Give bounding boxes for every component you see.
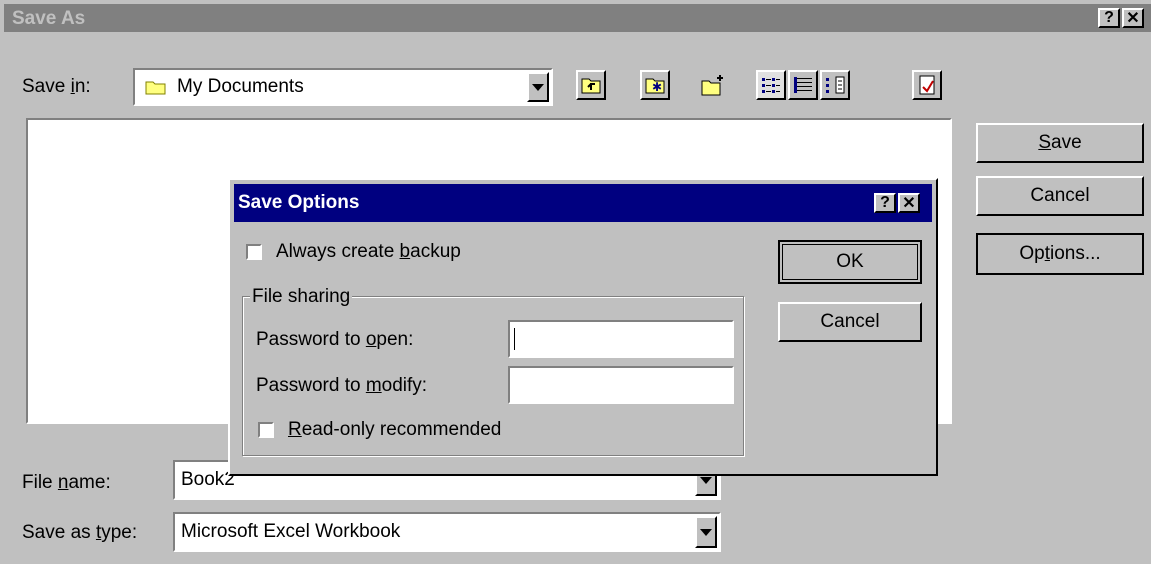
folder-icon: [145, 79, 167, 95]
read-only-recommended-checkbox[interactable]: [258, 422, 274, 438]
always-create-backup-label[interactable]: Always create backup: [276, 241, 461, 263]
file-name-value: Book2: [181, 469, 235, 490]
save-as-title: Save As: [12, 8, 86, 29]
properties-view-icon: [826, 76, 845, 94]
save-options-dialog: Save Options ? ✕ Always create backup Fi…: [228, 178, 938, 476]
read-only-recommended-label[interactable]: Read-only recommended: [288, 419, 501, 441]
details-view-button[interactable]: [788, 70, 818, 100]
close-icon: ✕: [1126, 10, 1140, 27]
file-sharing-label: File sharing: [250, 286, 353, 308]
password-to-open-label: Password to open:: [256, 329, 414, 350]
close-button[interactable]: ✕: [1122, 8, 1144, 28]
password-to-modify-input[interactable]: [508, 366, 734, 404]
file-name-label: File name:: [22, 472, 111, 493]
chevron-down-icon: [532, 83, 544, 91]
details-view-icon: [794, 77, 812, 93]
save-as-type-dropdown-arrow[interactable]: [695, 516, 717, 548]
save-options-cancel-button[interactable]: Cancel: [778, 302, 922, 342]
up-one-level-button[interactable]: [576, 70, 606, 100]
save-as-title-bar[interactable]: Save As ? ✕: [0, 0, 1151, 40]
chevron-down-icon: [700, 476, 712, 484]
ok-button[interactable]: OK: [778, 240, 922, 284]
save-in-dropdown[interactable]: My Documents: [133, 68, 553, 106]
password-to-open-input[interactable]: [508, 320, 734, 358]
save-in-value: My Documents: [177, 76, 304, 97]
favorites-icon: ✱: [645, 78, 665, 94]
list-view-icon: [762, 78, 780, 93]
options-button[interactable]: Op t ions...: [976, 233, 1144, 275]
text-cursor: [514, 328, 515, 350]
save-options-title-bar[interactable]: Save Options ? ✕: [234, 184, 932, 222]
password-to-modify-label: Password to modify:: [256, 375, 428, 396]
save-button[interactable]: Save: [976, 123, 1144, 163]
always-create-backup-checkbox[interactable]: [246, 244, 262, 260]
save-as-type-label: Save as type:: [22, 522, 138, 543]
create-new-folder-icon: [701, 75, 723, 96]
save-options-title: Save Options: [238, 192, 360, 213]
save-as-type-value: Microsoft Excel Workbook: [181, 521, 401, 542]
close-icon: ✕: [902, 195, 916, 212]
cancel-button[interactable]: Cancel: [976, 176, 1144, 216]
create-new-folder-button[interactable]: [698, 70, 728, 100]
chevron-down-icon: [700, 528, 712, 536]
commands-button[interactable]: [912, 70, 942, 100]
save-in-dropdown-arrow[interactable]: [527, 72, 549, 102]
favorites-button[interactable]: ✱: [640, 70, 670, 100]
commands-icon: [919, 75, 935, 95]
help-button[interactable]: ?: [1098, 8, 1120, 28]
up-one-level-icon: [581, 78, 601, 94]
properties-view-button[interactable]: [820, 70, 850, 100]
save-options-help-button[interactable]: ?: [874, 193, 896, 213]
save-in-label: Save in:: [22, 76, 91, 97]
save-options-close-button[interactable]: ✕: [898, 193, 920, 213]
list-view-button[interactable]: [756, 70, 786, 100]
save-as-type-dropdown[interactable]: Microsoft Excel Workbook: [173, 512, 721, 552]
svg-text:✱: ✱: [652, 80, 662, 94]
